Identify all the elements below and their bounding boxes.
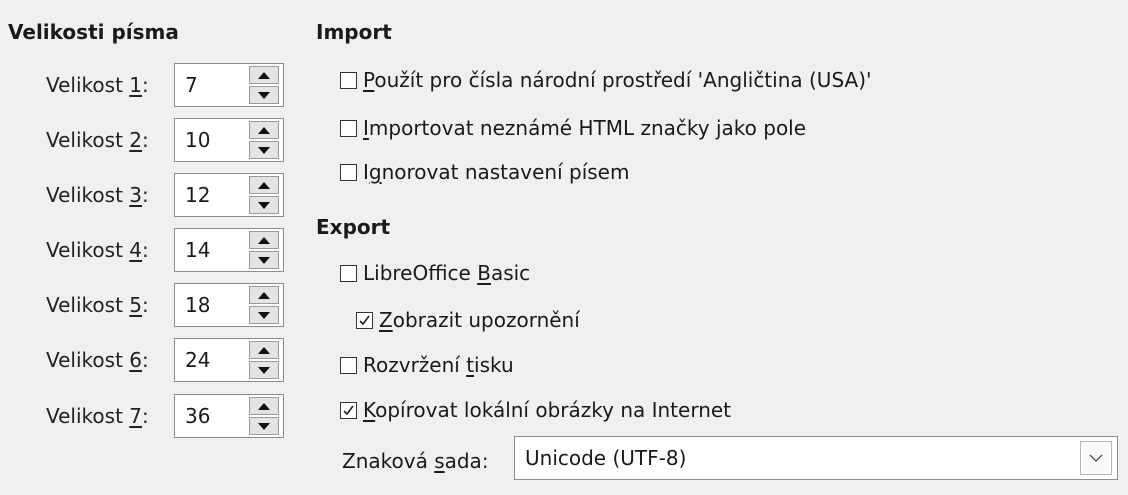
- copy-local-images-label: Kopírovat lokální obrázky na Internet: [363, 398, 732, 422]
- checkmark-icon[interactable]: [356, 311, 373, 329]
- size-4-increment-button[interactable]: [249, 231, 279, 249]
- size-1-spinbox[interactable]: 7: [174, 63, 284, 107]
- arrow-up-icon: [258, 402, 270, 410]
- size-7-increment-button[interactable]: [249, 397, 279, 415]
- arrow-up-icon: [258, 126, 270, 134]
- size-3-label: Velikost 3:: [46, 183, 149, 207]
- size-5-spinbox[interactable]: 18: [174, 283, 284, 327]
- ignore-font-settings-label: Ignorovat nastavení písem: [363, 160, 630, 184]
- size-3-spinbox[interactable]: 12: [174, 173, 284, 217]
- print-layout-label: Rozvržení tisku: [363, 353, 514, 377]
- arrow-up-icon: [258, 346, 270, 354]
- size-row-6: Velikost 6: 24: [46, 338, 284, 382]
- checkmark-icon[interactable]: [340, 401, 357, 419]
- arrow-down-icon: [258, 422, 270, 430]
- import-unknown-tags-checkbox[interactable]: Importovat neznámé HTML značky jako pole: [340, 113, 806, 143]
- size-7-label: Velikost 7:: [46, 404, 149, 428]
- show-warning-checkbox[interactable]: Zobrazit upozornění: [356, 305, 580, 335]
- show-warning-label: Zobrazit upozornění: [379, 308, 580, 332]
- size-7-value[interactable]: 36: [175, 404, 249, 428]
- arrow-up-icon: [258, 291, 270, 299]
- ignore-font-settings-checkbox[interactable]: Ignorovat nastavení písem: [340, 157, 629, 187]
- size-3-decrement-button[interactable]: [249, 196, 279, 214]
- chevron-down-icon: [1089, 454, 1103, 462]
- arrow-down-icon: [258, 91, 270, 99]
- size-2-label: Velikost 2:: [46, 128, 149, 152]
- checkbox-icon[interactable]: [340, 356, 357, 374]
- size-6-increment-button[interactable]: [249, 341, 279, 359]
- arrow-up-icon: [258, 181, 270, 189]
- charset-label: Znaková sada:: [342, 449, 489, 473]
- size-row-4: Velikost 4: 14: [46, 228, 284, 272]
- arrow-down-icon: [258, 256, 270, 264]
- size-7-spinbox[interactable]: 36: [174, 394, 284, 438]
- size-6-spinbox[interactable]: 24: [174, 338, 284, 382]
- charset-value: Unicode (UTF-8): [525, 446, 687, 470]
- checkbox-icon[interactable]: [340, 163, 357, 181]
- arrow-down-icon: [258, 201, 270, 209]
- arrow-down-icon: [258, 146, 270, 154]
- size-1-label: Velikost 1:: [46, 73, 149, 97]
- size-row-5: Velikost 5: 18: [46, 283, 284, 327]
- size-6-decrement-button[interactable]: [249, 361, 279, 379]
- size-5-label: Velikost 5:: [46, 293, 149, 317]
- size-2-value[interactable]: 10: [175, 128, 249, 152]
- size-4-label: Velikost 4:: [46, 238, 149, 262]
- size-2-increment-button[interactable]: [249, 121, 279, 139]
- libreoffice-basic-checkbox[interactable]: LibreOffice Basic: [340, 258, 530, 288]
- arrow-up-icon: [258, 71, 270, 79]
- size-row-3: Velikost 3: 12: [46, 173, 284, 217]
- size-1-value[interactable]: 7: [175, 73, 249, 97]
- font-sizes-title: Velikosti písma: [8, 20, 179, 44]
- arrow-up-icon: [258, 236, 270, 244]
- size-7-decrement-button[interactable]: [249, 417, 279, 435]
- size-5-value[interactable]: 18: [175, 293, 249, 317]
- dropdown-button[interactable]: [1080, 441, 1112, 475]
- size-row-1: Velikost 1: 7: [46, 63, 284, 107]
- checkbox-icon[interactable]: [340, 264, 357, 282]
- import-unknown-tags-label: Importovat neznámé HTML značky jako pole: [363, 116, 807, 140]
- size-3-increment-button[interactable]: [249, 176, 279, 194]
- size-1-increment-button[interactable]: [249, 66, 279, 84]
- arrow-down-icon: [258, 311, 270, 319]
- use-english-locale-label: Použít pro čísla národní prostředí 'Angl…: [363, 68, 872, 92]
- arrow-down-icon: [258, 366, 270, 374]
- size-2-spinbox[interactable]: 10: [174, 118, 284, 162]
- size-4-decrement-button[interactable]: [249, 251, 279, 269]
- size-row-2: Velikost 2: 10: [46, 118, 284, 162]
- size-6-label: Velikost 6:: [46, 348, 149, 372]
- size-5-decrement-button[interactable]: [249, 306, 279, 324]
- checkbox-icon[interactable]: [340, 119, 357, 137]
- charset-select[interactable]: Unicode (UTF-8): [514, 436, 1118, 480]
- libreoffice-basic-label: LibreOffice Basic: [363, 261, 531, 285]
- html-compatibility-panel: Velikosti písma Velikost 1: 7 Velikost 2…: [0, 0, 1128, 495]
- size-5-increment-button[interactable]: [249, 286, 279, 304]
- copy-local-images-checkbox[interactable]: Kopírovat lokální obrázky na Internet: [340, 395, 731, 425]
- size-6-value[interactable]: 24: [175, 348, 249, 372]
- print-layout-checkbox[interactable]: Rozvržení tisku: [340, 350, 514, 380]
- size-1-decrement-button[interactable]: [249, 86, 279, 104]
- export-title: Export: [316, 215, 391, 239]
- size-3-value[interactable]: 12: [175, 183, 249, 207]
- size-row-7: Velikost 7: 36: [46, 394, 284, 438]
- size-4-value[interactable]: 14: [175, 238, 249, 262]
- import-title: Import: [316, 20, 392, 44]
- use-english-locale-checkbox[interactable]: Použít pro čísla národní prostředí 'Angl…: [340, 65, 872, 95]
- size-2-decrement-button[interactable]: [249, 141, 279, 159]
- checkbox-icon[interactable]: [340, 71, 357, 89]
- size-4-spinbox[interactable]: 14: [174, 228, 284, 272]
